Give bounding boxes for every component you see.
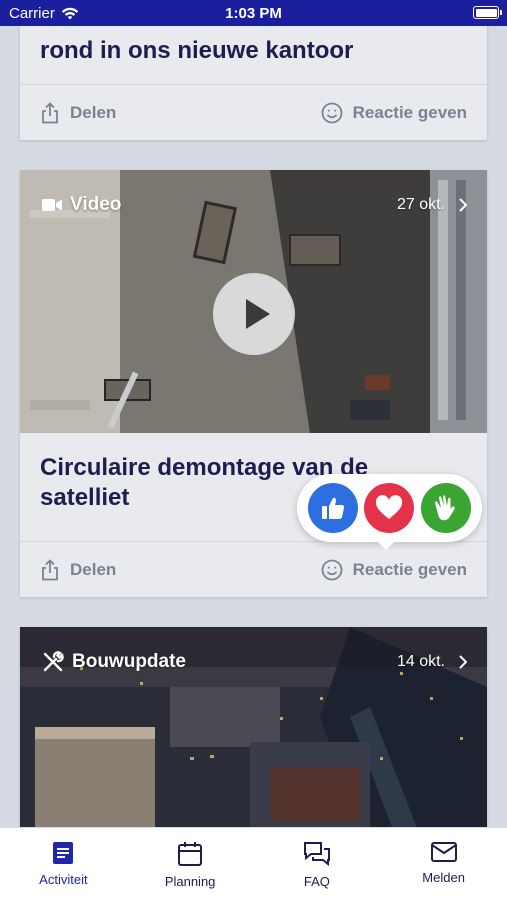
like-reaction[interactable]	[308, 483, 359, 533]
post-date[interactable]: 14 okt.	[397, 653, 467, 671]
tools-icon	[43, 651, 64, 672]
share-label: Delen	[70, 559, 117, 579]
share-button[interactable]: Delen	[40, 558, 117, 581]
reaction-picker	[297, 474, 482, 550]
calendar-icon	[178, 842, 203, 866]
tab-label: FAQ	[303, 874, 330, 889]
media-type-label: Video	[70, 194, 122, 215]
tab-label: Melden	[422, 870, 465, 885]
status-bar: Carrier 1:03 PM	[0, 0, 507, 26]
video-icon	[42, 199, 62, 211]
card-actions: Delen Reactie geven	[20, 84, 487, 140]
tab-planning[interactable]: Planning	[127, 828, 254, 900]
share-button[interactable]: Delen	[40, 101, 117, 124]
react-label: Reactie geven	[352, 559, 467, 579]
tab-melden[interactable]: Melden	[380, 828, 507, 900]
smiley-icon	[321, 559, 343, 580]
chevron-right-icon	[459, 655, 467, 669]
media-type-badge: Bouwupdate	[42, 651, 186, 673]
love-reaction[interactable]	[364, 483, 415, 533]
react-button[interactable]: Reactie geven	[321, 102, 467, 124]
video-thumbnail[interactable]: Video 27 okt.	[20, 170, 487, 433]
post-date[interactable]: 27 okt.	[397, 196, 467, 214]
activity-icon	[53, 842, 74, 864]
activity-feed[interactable]: rond in ons nieuwe kantoor Delen Reactie…	[0, 26, 507, 827]
chat-icon	[303, 842, 330, 867]
battery-icon	[473, 6, 502, 19]
card-actions: Delen Reactie geven	[20, 541, 487, 597]
date-label: 14 okt.	[396, 653, 445, 670]
tab-bar: Activiteit Planning FAQ Melden	[0, 827, 507, 900]
react-button[interactable]: Reactie geven	[321, 559, 467, 581]
tab-activiteit[interactable]: Activiteit	[0, 828, 127, 900]
mail-icon	[430, 842, 457, 862]
status-time: 1:03 PM	[225, 5, 282, 22]
clap-icon	[434, 495, 455, 521]
card-title: rond in ons nieuwe kantoor	[40, 37, 354, 64]
tab-faq[interactable]: FAQ	[254, 828, 381, 900]
media-type-badge: Video	[42, 194, 121, 216]
react-label: Reactie geven	[352, 102, 467, 122]
like-icon	[322, 497, 345, 519]
feed-card[interactable]: rond in ons nieuwe kantoor Delen Reactie…	[20, 26, 487, 140]
clap-reaction[interactable]	[420, 483, 471, 533]
tab-label: Planning	[164, 874, 216, 889]
share-icon	[42, 558, 58, 580]
media-type-label: Bouwupdate	[72, 651, 186, 672]
play-button[interactable]	[213, 273, 295, 355]
date-label: 27 okt.	[396, 196, 445, 213]
chevron-right-icon	[459, 198, 467, 212]
smiley-icon	[321, 102, 343, 123]
heart-icon	[376, 495, 403, 519]
feed-card[interactable]: Bouwupdate 14 okt.	[20, 627, 487, 827]
share-icon	[42, 101, 58, 123]
share-label: Delen	[70, 102, 117, 122]
tab-label: Activiteit	[39, 872, 88, 887]
post-image[interactable]: Bouwupdate 14 okt.	[20, 627, 487, 827]
